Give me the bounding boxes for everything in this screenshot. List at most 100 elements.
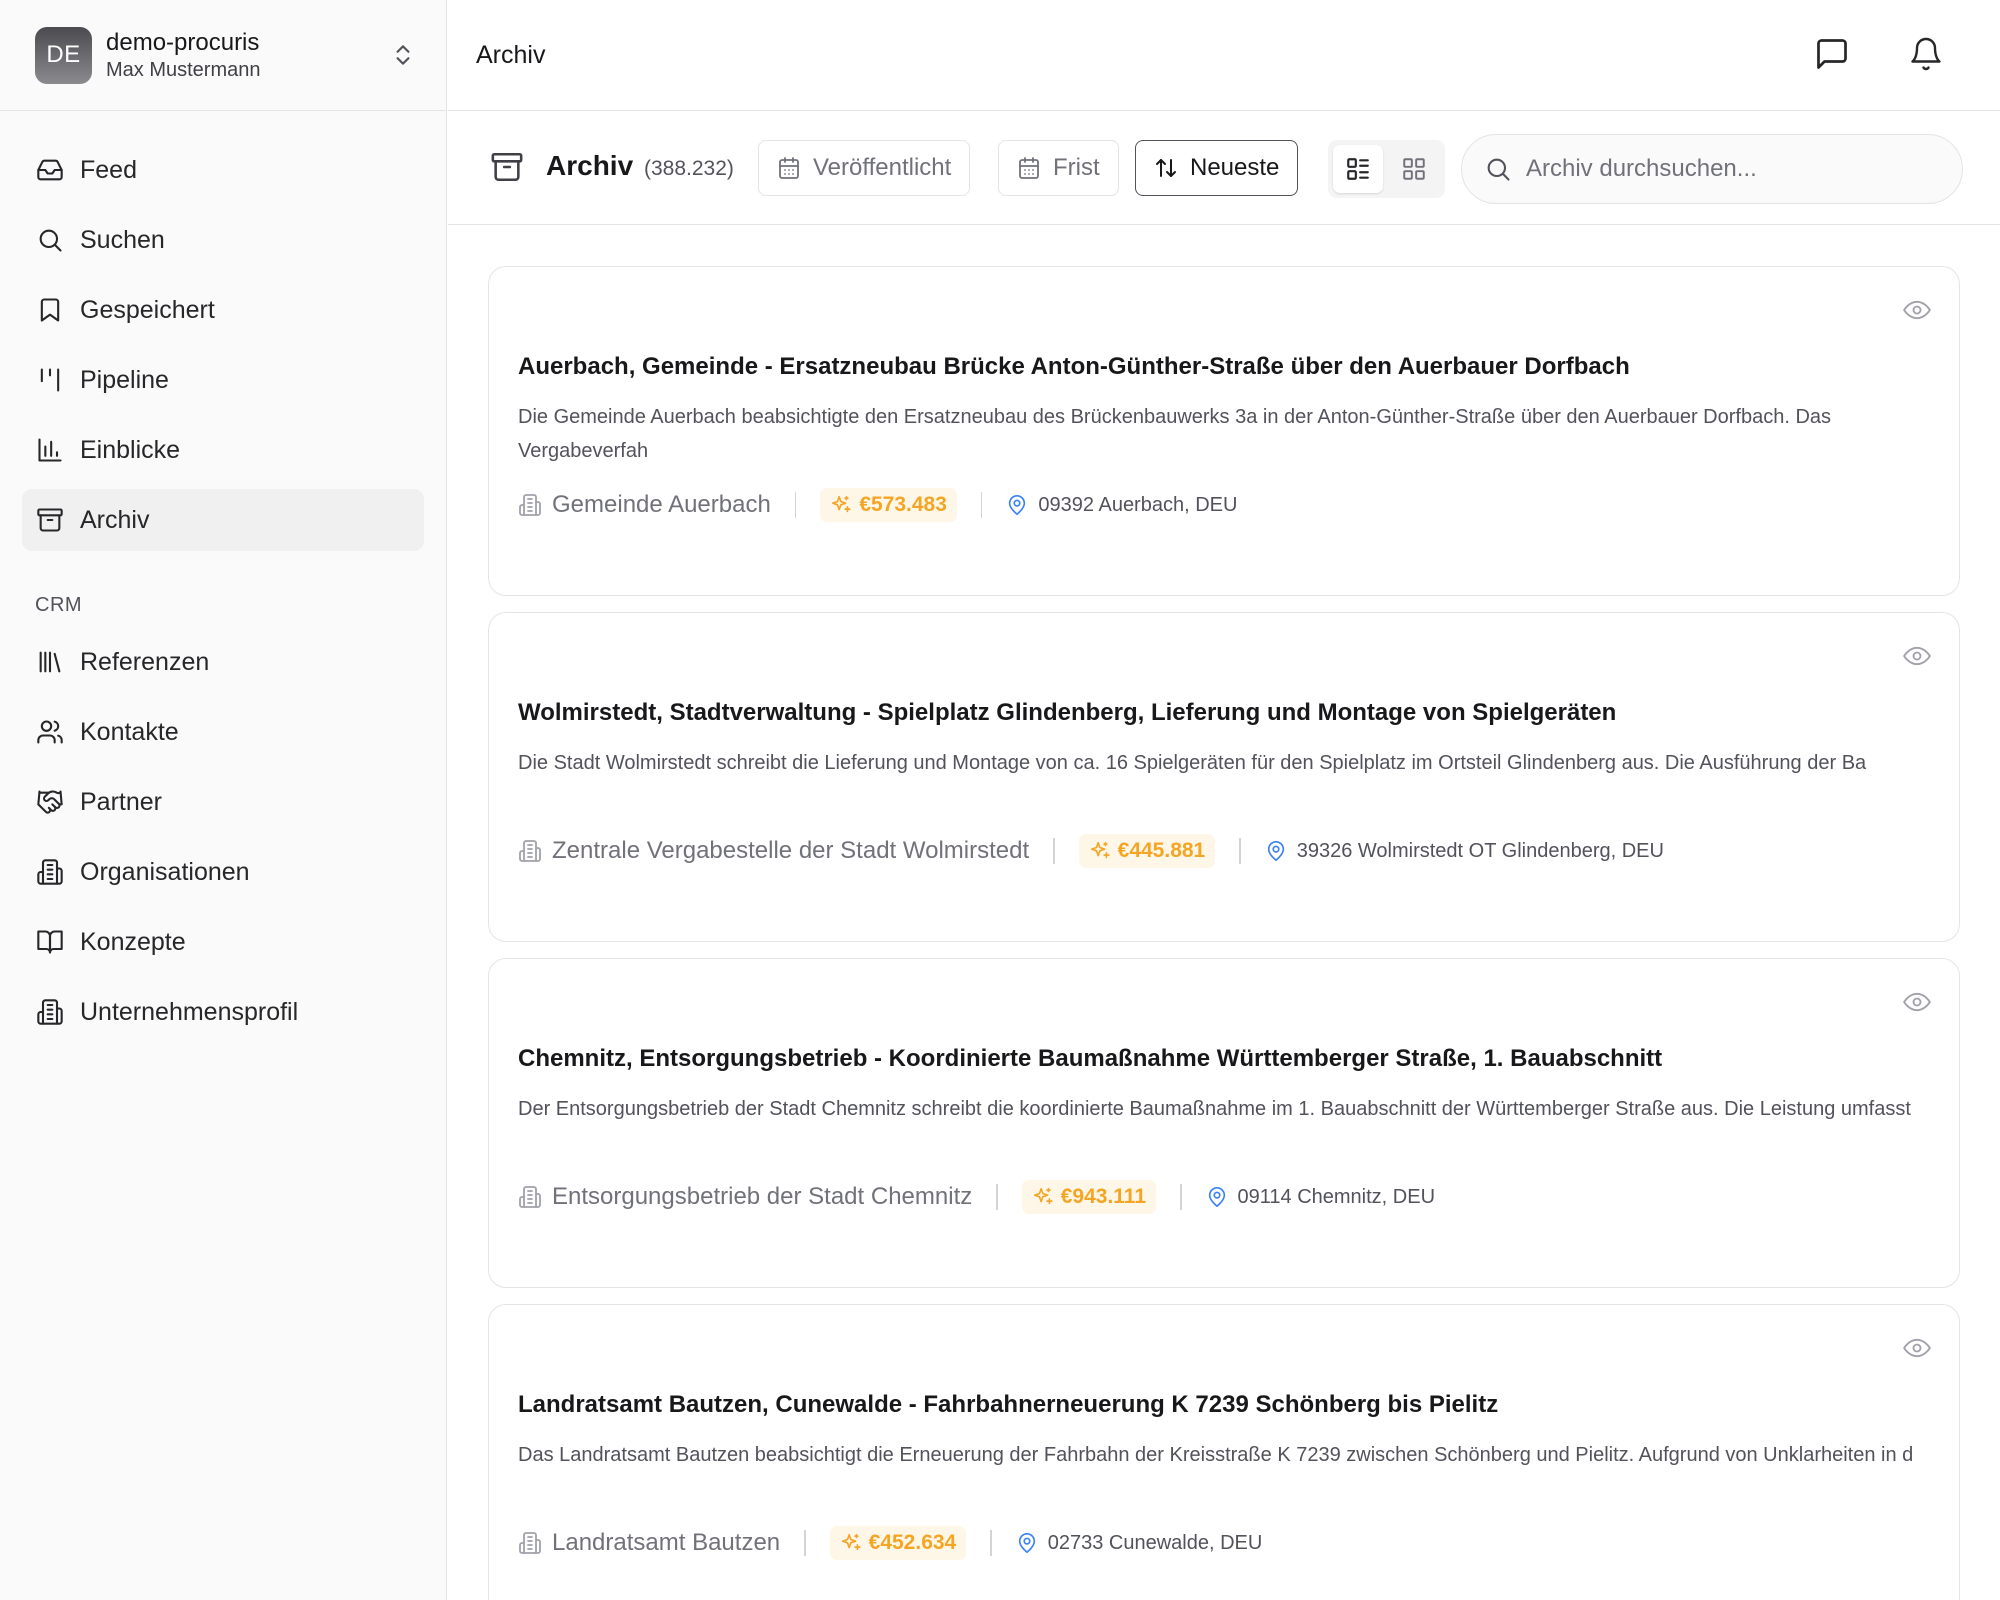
sort-button[interactable]: Neueste [1135, 140, 1299, 196]
account-info: demo-procuris Max Mustermann [106, 28, 390, 82]
filter-deadline-button[interactable]: Frist [998, 140, 1119, 196]
map-pin-icon [1267, 841, 1284, 861]
sort-label: Neueste [1190, 154, 1280, 181]
tender-title[interactable]: Landratsamt Bautzen, Cunewalde - Fahrbah… [518, 1391, 1498, 1419]
search-input[interactable] [1526, 155, 1946, 183]
message-square-icon[interactable] [1814, 36, 1850, 72]
tender-value: €452.634 [868, 1531, 957, 1554]
tender-meta: Gemeinde Auerbach €573.483 09392 Auerbac… [518, 485, 1237, 525]
library-icon [39, 651, 61, 673]
value-badge: €573.483 [820, 488, 957, 522]
organization-name: Zentrale Vergabestelle der Stadt Wolmirs… [552, 837, 1030, 864]
bookmark-icon [40, 298, 60, 322]
top-bar: Archiv [448, 0, 2000, 111]
tender-card[interactable]: Auerbach, Gemeinde - Ersatzneubau Brücke… [488, 266, 1960, 596]
sidebar-item-suchen[interactable]: Suchen [22, 209, 424, 271]
filter-deadline-label: Frist [1053, 154, 1100, 181]
tender-meta: Landratsamt Bautzen €452.634 02733 Cunew… [518, 1523, 1262, 1563]
bell-icon[interactable] [1908, 36, 1944, 72]
page-title: Archiv [476, 40, 546, 69]
sidebar-item-konzepte[interactable]: Konzepte [22, 911, 424, 973]
map-pin-icon [1018, 1533, 1035, 1553]
tender-description: Das Landratsamt Bautzen beabsichtigt die… [518, 1444, 1914, 1466]
map-pin-icon [1208, 1187, 1225, 1207]
archive-toolbar: Archiv (388.232) Veröffentlicht Frist Ne… [448, 112, 2000, 225]
kanban-icon [40, 368, 60, 392]
archive-icon [491, 152, 523, 182]
top-bar-actions [1814, 36, 1944, 72]
sidebar-item-unternehmensprofil[interactable]: Unternehmensprofil [22, 981, 424, 1043]
user-name: Max Mustermann [106, 59, 261, 81]
location-text: 39326 Wolmirstedt OT Glindenberg, DEU [1296, 839, 1664, 862]
tender-organization: Gemeinde Auerbach [518, 491, 771, 519]
meta-divider [804, 1530, 806, 1556]
meta-divider [980, 492, 983, 518]
sidebar-item-feed[interactable]: Feed [22, 139, 424, 201]
eye-icon[interactable] [1903, 1337, 1931, 1359]
sidebar-item-organisationen[interactable]: Organisationen [22, 841, 424, 903]
handshake-icon [37, 790, 63, 814]
sidebar-item-label: Gespeichert [80, 295, 215, 324]
organization-name: Entsorgungsbetrieb der Stadt Chemnitz [552, 1183, 973, 1210]
organization-name: Gemeinde Auerbach [552, 491, 771, 518]
tender-title[interactable]: Chemnitz, Entsorgungsbetrieb - Koordinie… [518, 1045, 1662, 1073]
sidebar-item-label: Feed [80, 155, 137, 184]
sidebar-item-archiv[interactable]: Archiv [22, 489, 424, 551]
tender-description: Die Stadt Wolmirstedt schreibt die Liefe… [518, 752, 1867, 774]
eye-icon[interactable] [1903, 991, 1931, 1013]
tender-card[interactable]: Chemnitz, Entsorgungsbetrieb - Koordinie… [488, 958, 1960, 1288]
view-mode-toggle [1328, 140, 1445, 198]
meta-divider [1180, 1184, 1182, 1210]
main-nav: Feed Suchen Gespeichert Pipeline Einblic… [0, 111, 446, 1043]
meta-divider [1053, 838, 1055, 864]
sidebar-item-pipeline[interactable]: Pipeline [22, 349, 424, 411]
sparkles-icon [832, 495, 851, 513]
tender-title[interactable]: Auerbach, Gemeinde - Ersatzneubau Brücke… [518, 353, 1630, 381]
tender-location: 09392 Auerbach, DEU [1006, 493, 1237, 517]
sidebar-item-gespeichert[interactable]: Gespeichert [22, 279, 424, 341]
location-text: 02733 Cunewalde, DEU [1047, 1531, 1263, 1554]
sparkles-icon [1033, 1187, 1053, 1205]
tender-organization: Zentrale Vergabestelle der Stadt Wolmirs… [518, 837, 1029, 865]
tender-location: 39326 Wolmirstedt OT Glindenberg, DEU [1265, 839, 1664, 863]
building-icon [519, 1186, 541, 1208]
sidebar-item-label: Referenzen [80, 647, 210, 676]
meta-divider [1239, 838, 1241, 864]
tender-value: €573.483 [859, 493, 947, 516]
tender-card[interactable]: Landratsamt Bautzen, Cunewalde - Fahrbah… [488, 1304, 1960, 1600]
filter-published-label: Veröffentlicht [813, 154, 952, 181]
archive-heading: Archiv [546, 150, 634, 181]
tender-value: €943.111 [1060, 1185, 1147, 1208]
tender-list: Auerbach, Gemeinde - Ersatzneubau Brücke… [488, 266, 1960, 1600]
tender-card[interactable]: Wolmirstedt, Stadtverwaltung - Spielplat… [488, 612, 1960, 942]
sidebar-item-kontakte[interactable]: Kontakte [22, 701, 424, 763]
filter-published-button[interactable]: Veröffentlicht [758, 140, 971, 196]
sidebar-item-einblicke[interactable]: Einblicke [22, 419, 424, 481]
archive-icon [37, 508, 63, 532]
sidebar-item-label: Organisationen [80, 857, 250, 886]
inbox-icon [37, 159, 63, 181]
account-switcher[interactable]: DE demo-procuris Max Mustermann [0, 0, 446, 111]
archive-count: (388.232) [644, 157, 734, 180]
calendar-icon [1019, 157, 1039, 179]
grid-view-button[interactable] [1389, 145, 1439, 193]
list-view-button[interactable] [1333, 145, 1383, 193]
location-text: 09114 Chemnitz, DEU [1237, 1185, 1436, 1208]
eye-icon[interactable] [1903, 645, 1931, 667]
sort-arrows-icon [1156, 159, 1176, 177]
sidebar-item-partner[interactable]: Partner [22, 771, 424, 833]
organization-name: Landratsamt Bautzen [552, 1529, 781, 1556]
archive-search [1461, 134, 1963, 204]
value-badge: €452.634 [829, 1526, 967, 1560]
sidebar-item-label: Archiv [80, 505, 150, 534]
eye-icon[interactable] [1903, 299, 1931, 321]
meta-divider [996, 1184, 998, 1210]
tender-location: 09114 Chemnitz, DEU [1206, 1185, 1436, 1209]
location-text: 09392 Auerbach, DEU [1038, 493, 1238, 516]
tender-title[interactable]: Wolmirstedt, Stadtverwaltung - Spielplat… [518, 699, 1616, 727]
list-view-icon [1347, 158, 1369, 180]
sparkles-icon [841, 1533, 861, 1551]
chevrons-up-down-icon[interactable] [390, 38, 416, 72]
bar-chart-icon [38, 438, 62, 462]
sidebar-item-referenzen[interactable]: Referenzen [22, 631, 424, 693]
